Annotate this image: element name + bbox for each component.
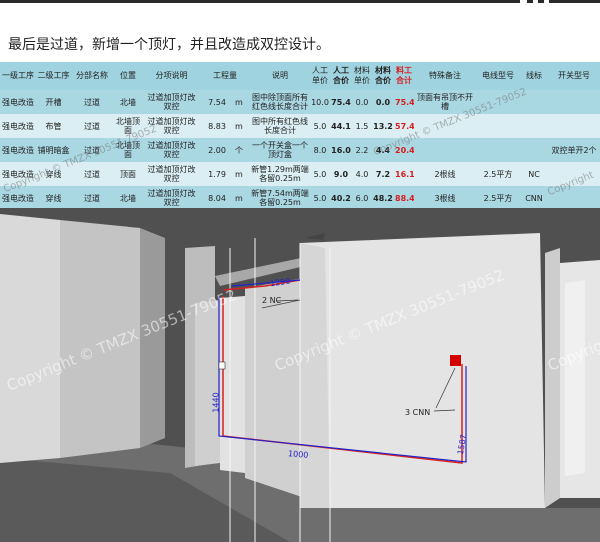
col-wire-type: 电线型号 — [476, 62, 520, 90]
cell: 7.54 — [200, 90, 234, 114]
cell: 北墙 — [113, 90, 143, 114]
cell: 新管7.54m两端各留0.25m — [250, 186, 310, 210]
table-row: 强电改造 布管 过道 北墙顶面 过道加顶灯改双控 8.83 m 图中所有红色线长… — [0, 114, 600, 138]
cell: 40.2 — [330, 186, 352, 210]
cell: 13.2 — [372, 114, 394, 138]
col-note: 说明 — [250, 62, 310, 90]
dim-bottom: 1000 — [287, 449, 309, 460]
col-labor-unit: 人工单价 — [310, 62, 330, 90]
table-header-row: 一级工序 二级工序 分部名称 位置 分项说明 工程量 说明 人工单价 人工合价 … — [0, 62, 600, 90]
cell: 一个开关盒一个顶灯盒 — [250, 138, 310, 162]
col-material-unit: 材料单价 — [352, 62, 372, 90]
cell: 10.0 — [310, 90, 330, 114]
cell: 1.79 — [200, 162, 234, 186]
cell: 图中除顶面所有红色线长度合计 — [250, 90, 310, 114]
cell: m — [234, 114, 250, 138]
page-caption: 最后是过道，新增一个顶灯，并且改造成双控设计。 — [8, 37, 330, 53]
cell: 75.4 — [330, 90, 352, 114]
cell: 新管1.29m两端各留0.25m — [250, 162, 310, 186]
cell: 图中所有红色线长度合计 — [250, 114, 310, 138]
cell: 5.0 — [310, 114, 330, 138]
cell: 75.4 — [394, 90, 414, 114]
cell: 5.0 — [310, 162, 330, 186]
col-part: 分部名称 — [71, 62, 113, 90]
cell: 双控单开2个 — [548, 138, 600, 162]
cell: 16.0 — [330, 138, 352, 162]
callout-top: 2 NC — [262, 296, 282, 305]
cell — [520, 114, 548, 138]
cell: 0.0 — [372, 90, 394, 114]
cell: 2.5平方 — [476, 186, 520, 210]
col-material-total: 材料合价 — [372, 62, 394, 90]
cell: 个 — [234, 138, 250, 162]
col-remark: 特殊备注 — [414, 62, 476, 90]
callout-mid: 3 CNN — [405, 408, 431, 417]
cell: 8.83 — [200, 114, 234, 138]
cell: 过道加顶灯改双控 — [143, 162, 200, 186]
cell: 44.1 — [330, 114, 352, 138]
cell: m — [234, 162, 250, 186]
cell: 4.0 — [352, 162, 372, 186]
table-row: 强电改造 穿线 过道 顶面 过道加顶灯改双控 1.79 m 新管1.29m两端各… — [0, 162, 600, 186]
cell: 顶面 — [113, 162, 143, 186]
cell: 强电改造 — [0, 114, 36, 138]
col-labor-total: 人工合价 — [330, 62, 352, 90]
cell — [548, 114, 600, 138]
cell: 3根线 — [414, 186, 476, 210]
cell — [520, 138, 548, 162]
scene-render — [0, 208, 600, 542]
col-location: 位置 — [113, 62, 143, 90]
cell: 过道加顶灯改双控 — [143, 186, 200, 210]
col-grand-total: 料工合计 — [394, 62, 414, 90]
col-quantity: 工程量 — [200, 62, 250, 90]
cell: 过道 — [71, 90, 113, 114]
table-row: 强电改造 穿线 过道 北墙 过道加顶灯改双控 8.04 m 新管7.54m两端各… — [0, 186, 600, 210]
cell: 8.04 — [200, 186, 234, 210]
cell: 6.0 — [352, 186, 372, 210]
cell: 48.2 — [372, 186, 394, 210]
cell: m — [234, 186, 250, 210]
cell: m — [234, 90, 250, 114]
cell: NC — [520, 162, 548, 186]
cell: 强电改造 — [0, 90, 36, 114]
cell: 过道 — [71, 186, 113, 210]
cell: 北墙 — [113, 186, 143, 210]
cell: 强电改造 — [0, 138, 36, 162]
cell: 过道 — [71, 114, 113, 138]
cell: 过道加顶灯改双控 — [143, 90, 200, 114]
cell: 9.0 — [330, 162, 352, 186]
cell: 2.2 — [352, 138, 372, 162]
cell: 88.4 — [394, 186, 414, 210]
cost-table: 一级工序 二级工序 分部名称 位置 分项说明 工程量 说明 人工单价 人工合价 … — [0, 62, 600, 210]
cell: 16.1 — [394, 162, 414, 186]
cell: 开槽 — [36, 90, 71, 114]
cell — [476, 114, 520, 138]
cell: 5.0 — [310, 186, 330, 210]
cell: CNN — [520, 186, 548, 210]
col-level2: 二级工序 — [36, 62, 71, 90]
col-switch-type: 开关型号 — [548, 62, 600, 90]
cell — [476, 138, 520, 162]
cell — [548, 90, 600, 114]
cell: 8.0 — [310, 138, 330, 162]
dim-left: 1440 — [211, 392, 221, 413]
cell: 1.5 — [352, 114, 372, 138]
top-rule — [0, 0, 600, 10]
3d-viewport[interactable]: 1290 2 NC 3 CNN 1440 1587 1000 Copyright… — [0, 208, 600, 542]
col-level1: 一级工序 — [0, 62, 36, 90]
cell: 2根线 — [414, 162, 476, 186]
cell: 7.2 — [372, 162, 394, 186]
cell: 2.00 — [200, 138, 234, 162]
cell — [414, 138, 476, 162]
cell: 过道加顶灯改双控 — [143, 138, 200, 162]
cell: 穿线 — [36, 186, 71, 210]
cell: 布管 — [36, 114, 71, 138]
col-item-desc: 分项说明 — [143, 62, 200, 90]
cell: 2.5平方 — [476, 162, 520, 186]
cell: 0.0 — [352, 90, 372, 114]
